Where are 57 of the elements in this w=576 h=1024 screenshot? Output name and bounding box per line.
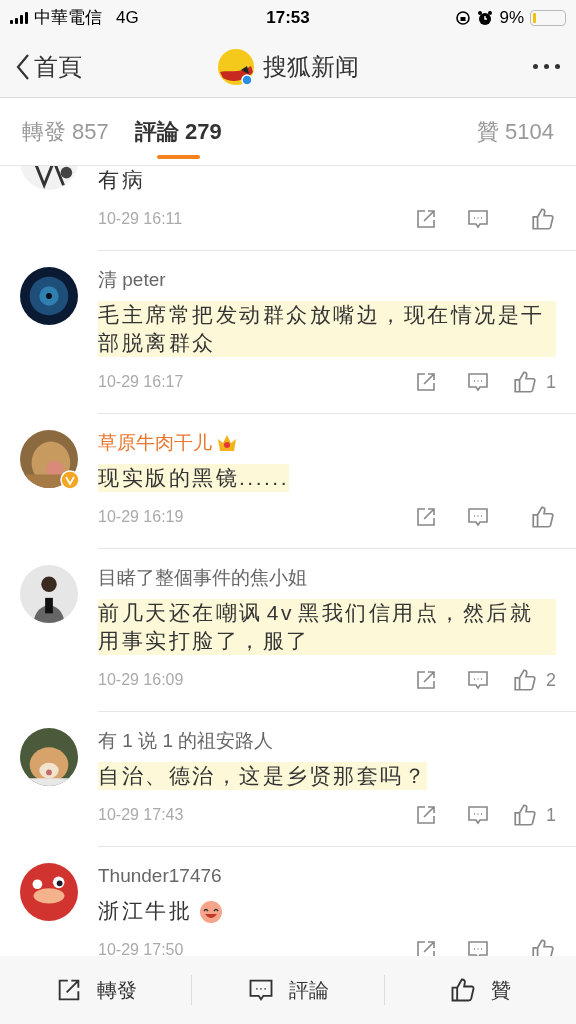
logo-icon [217, 47, 255, 86]
laughing-face-icon [198, 898, 224, 924]
share-icon [414, 207, 438, 231]
verified-badge-icon [60, 470, 80, 490]
thumbs-up-icon [512, 369, 538, 395]
thumbs-up-icon [512, 802, 538, 828]
battery-percent: 9% [499, 7, 524, 30]
user-name[interactable]: 目睹了整個事件的焦小姐 [98, 563, 307, 593]
network-type: 4G [116, 7, 139, 30]
comment-time: 10-29 16:19 [98, 507, 185, 527]
user-name[interactable]: 清 peter [98, 265, 166, 295]
thumbs-up-icon [512, 667, 538, 693]
share-icon [414, 668, 438, 692]
comment-icon [466, 505, 490, 529]
thumbs-up-icon [530, 206, 556, 232]
like-button[interactable]: 贊 [384, 975, 576, 1005]
clock: 17:53 [265, 7, 311, 30]
comment-text: 自治、德治，这是乡贤那套吗？ [98, 762, 427, 790]
comment-time: 10-29 16:09 [98, 670, 185, 690]
comment-time: 10-29 16:17 [98, 372, 185, 392]
user-name[interactable]: 有 1 说 1 的祖安路人 [98, 726, 274, 756]
comment-icon [466, 207, 490, 231]
battery-icon [530, 10, 566, 26]
comment-icon [466, 803, 490, 827]
like-button[interactable]: 1 [504, 368, 556, 396]
thumbs-up-icon [530, 937, 556, 956]
comment-icon [466, 668, 490, 692]
comment-text: 前几天还在嘲讽 4v 黑我们信用点，然后就用事实打脸了，服了 [98, 599, 556, 655]
page-title: 搜狐新闻 [263, 51, 359, 82]
share-icon [414, 370, 438, 394]
share-icon [414, 938, 438, 956]
comment-icon [466, 938, 490, 956]
comment-text: 毛主席常把发动群众放嘴边，现在情况是干部脱离群众 [98, 301, 556, 357]
like-button[interactable]: 2 [504, 666, 556, 694]
comment-time: 10-29 17:50 [98, 940, 185, 956]
alarm-icon [477, 10, 494, 26]
thumbs-up-icon [530, 504, 556, 530]
signal-icon [10, 12, 28, 24]
more-icon [533, 62, 560, 71]
share-icon [414, 803, 438, 827]
back-button[interactable]: 首頁 [16, 48, 166, 85]
comment-time: 10-29 17:43 [98, 805, 185, 825]
like-button[interactable]: 1 [504, 801, 556, 829]
comment-time: 10-29 16:11 [98, 209, 184, 229]
comment-icon [466, 370, 490, 394]
comment-text: 现实版的黑镜...... [98, 464, 289, 492]
comment-button[interactable]: 評論 [192, 975, 384, 1005]
share-icon [414, 505, 438, 529]
crown-icon [216, 433, 238, 453]
carrier-name: 中華電信 [34, 7, 102, 30]
tab[interactable]: 評論 279 [134, 98, 222, 165]
comment-text: 有病 [98, 167, 145, 193]
rotation-lock-icon [455, 10, 472, 26]
chevron-left-icon [16, 52, 30, 81]
user-name[interactable]: Thunder17476 [98, 861, 222, 891]
comment-text: 浙江牛批 [98, 898, 192, 924]
share-button[interactable]: 轉發 [0, 975, 192, 1005]
